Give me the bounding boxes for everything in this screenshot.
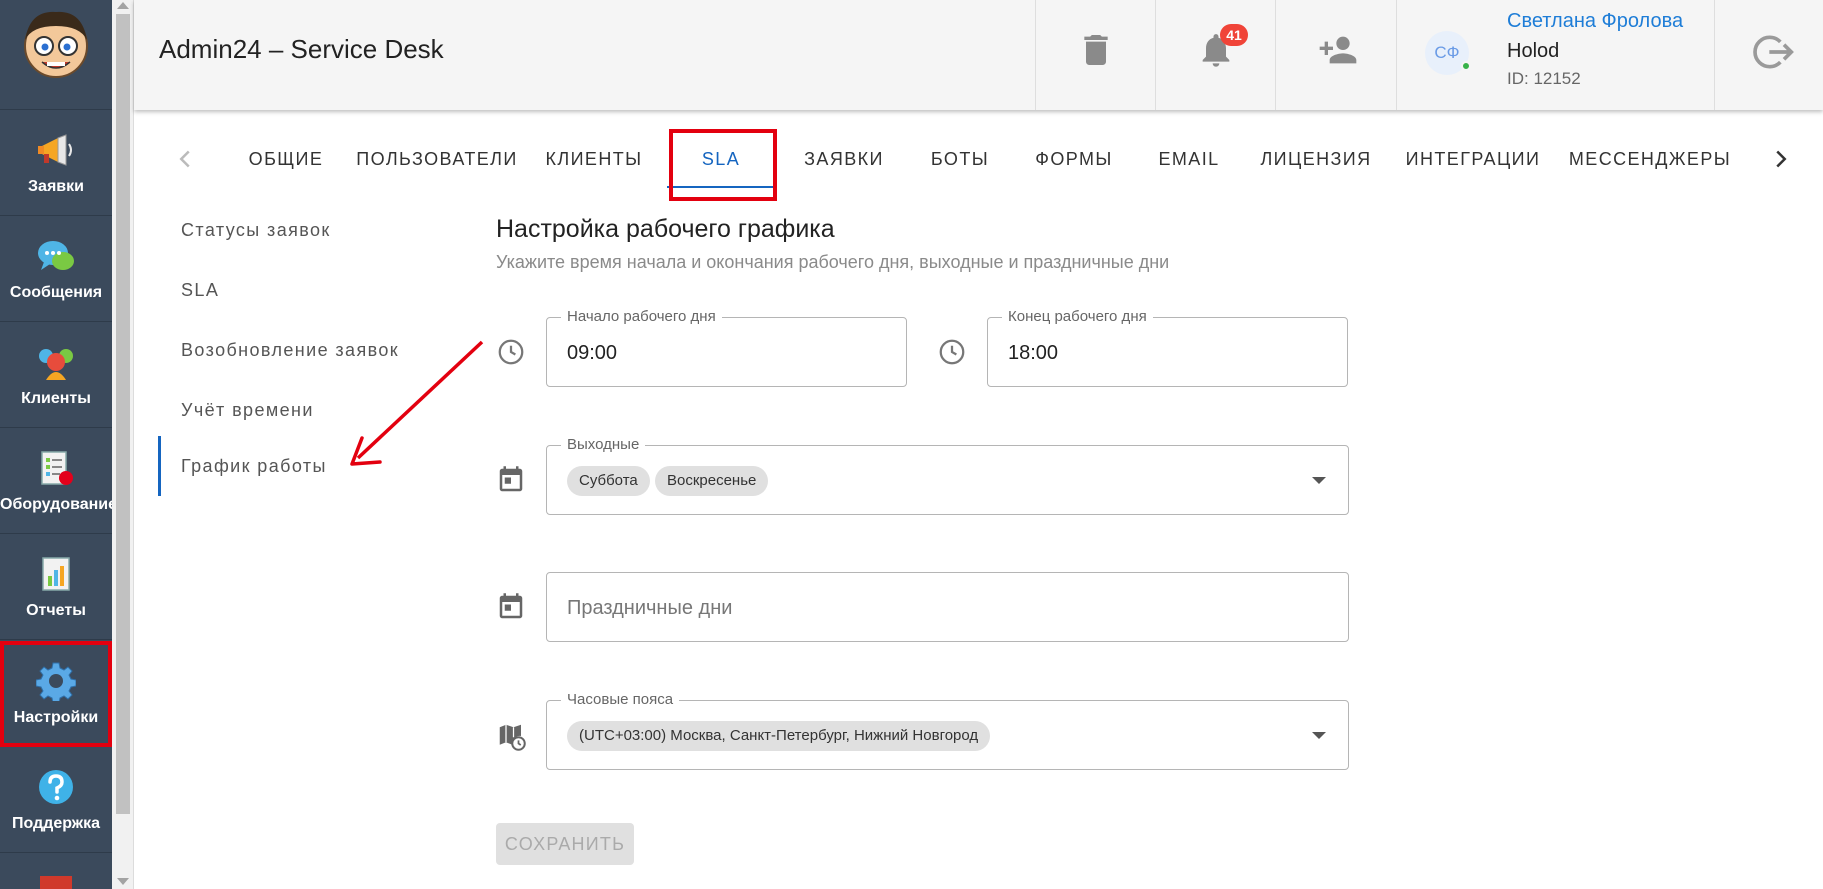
nav-label: Заявки bbox=[28, 178, 84, 195]
nav-item-partial[interactable] bbox=[40, 876, 72, 889]
users-icon bbox=[39, 349, 73, 380]
nav-label: Сообщения bbox=[9, 284, 103, 301]
logout-icon bbox=[1753, 35, 1794, 69]
user-name-link[interactable]: Светлана Фролова bbox=[1507, 10, 1683, 33]
nav-item-equipment[interactable]: Оборудование bbox=[0, 428, 112, 534]
tabs-next-arrow-icon[interactable] bbox=[1766, 144, 1796, 174]
scroll-thumb[interactable] bbox=[116, 14, 130, 814]
subnav-item-work-schedule[interactable]: График работы bbox=[158, 436, 458, 496]
weekend-chip-saturday[interactable]: Суббота bbox=[567, 466, 650, 496]
timezone-label: Часовые пояса bbox=[561, 691, 680, 709]
logout-button[interactable] bbox=[1714, 0, 1823, 110]
nav-item-messages[interactable]: Сообщения bbox=[0, 216, 112, 322]
clock-icon bbox=[498, 339, 524, 365]
tab-license[interactable]: Лицензия bbox=[1244, 130, 1388, 188]
calendar-icon bbox=[499, 466, 523, 492]
weekends-label: Выходные bbox=[561, 436, 646, 454]
subnav-item-sla[interactable]: SLA bbox=[158, 260, 458, 320]
start-time-input[interactable] bbox=[567, 342, 867, 365]
subnav-item-statuses[interactable]: Статусы заявок bbox=[158, 200, 458, 260]
holidays-placeholder: Праздничные дни bbox=[567, 597, 733, 619]
tab-email[interactable]: Email bbox=[1134, 130, 1244, 188]
tab-requests[interactable]: Заявки bbox=[782, 130, 906, 188]
online-status-dot bbox=[1461, 61, 1471, 71]
nav-label: Настройки bbox=[13, 709, 99, 726]
user-profile[interactable]: СФ Светлана Фролова Holod ID: 12152 bbox=[1396, 0, 1714, 110]
calendar-icon bbox=[499, 593, 523, 619]
end-time-field[interactable]: Конец рабочего дня bbox=[987, 308, 1348, 387]
dropdown-arrow-icon[interactable] bbox=[1312, 732, 1326, 739]
app-title: Admin24 – Service Desk bbox=[159, 34, 444, 64]
end-time-label: Конец рабочего дня bbox=[1002, 308, 1153, 326]
active-tab-indicator bbox=[667, 186, 775, 188]
tab-integrations[interactable]: Интеграции bbox=[1388, 130, 1558, 188]
timezone-select[interactable]: Часовые пояса (UTC+03:00) Москва, Санкт-… bbox=[546, 691, 1349, 770]
start-time-label: Начало рабочего дня bbox=[561, 308, 722, 326]
tab-clients[interactable]: Клиенты bbox=[528, 130, 660, 188]
form-subtitle: Укажите время начала и окончания рабочег… bbox=[496, 252, 1170, 272]
dropdown-arrow-icon[interactable] bbox=[1312, 477, 1326, 484]
app-root: Заявки Сообщения Клиенты Оборудование От… bbox=[0, 0, 1823, 889]
save-button[interactable]: Сохранить bbox=[496, 823, 634, 865]
clock-icon bbox=[939, 339, 965, 365]
help-icon bbox=[39, 770, 73, 804]
nav-label: Отчеты bbox=[26, 602, 86, 619]
user-id: ID: 12152 bbox=[1507, 69, 1581, 88]
tab-bots[interactable]: Боты bbox=[906, 130, 1014, 188]
trash-icon bbox=[1084, 35, 1108, 65]
gear-icon bbox=[36, 662, 76, 701]
report-chart-icon bbox=[42, 557, 70, 591]
trash-button[interactable] bbox=[1035, 0, 1155, 110]
end-time-input[interactable] bbox=[1008, 342, 1308, 365]
add-user-button[interactable] bbox=[1275, 0, 1395, 110]
mascot-logo-icon bbox=[24, 11, 88, 78]
weekends-select[interactable]: Выходные Суббота Воскресенье bbox=[546, 436, 1349, 515]
tab-sla[interactable]: SLA bbox=[660, 130, 782, 188]
start-time-field[interactable]: Начало рабочего дня bbox=[546, 308, 907, 387]
notification-count-badge: 41 bbox=[1220, 24, 1248, 46]
tab-forms[interactable]: Формы bbox=[1014, 130, 1134, 188]
nav-scrollbar[interactable] bbox=[112, 0, 134, 889]
settings-tabs: Общие Пользователи Клиенты SLA Заявки Бо… bbox=[134, 130, 1823, 190]
weekend-chip-sunday[interactable]: Воскресенье bbox=[655, 466, 769, 496]
left-nav: Заявки Сообщения Клиенты Оборудование От… bbox=[0, 0, 112, 889]
megaphone-icon bbox=[38, 134, 72, 166]
holidays-field[interactable]: Праздничные дни bbox=[546, 572, 1349, 642]
equipment-list-icon bbox=[41, 451, 73, 485]
nav-item-settings[interactable]: Настройки bbox=[0, 641, 112, 747]
top-header: Admin24 – Service Desk 41 СФ Светлана Фр… bbox=[134, 0, 1823, 110]
chat-bubbles-icon bbox=[38, 241, 74, 270]
nav-label: Поддержка bbox=[11, 815, 101, 832]
add-person-icon bbox=[1319, 36, 1357, 64]
tab-messengers[interactable]: Мессенджеры bbox=[1558, 130, 1742, 188]
scroll-up-arrow[interactable] bbox=[117, 2, 129, 9]
sla-subnav: Статусы заявок SLA Возобновление заявок … bbox=[158, 200, 458, 500]
tab-general[interactable]: Общие bbox=[226, 130, 346, 188]
nav-label: Клиенты bbox=[21, 390, 91, 407]
notifications-button[interactable]: 41 bbox=[1155, 0, 1275, 110]
map-clock-icon bbox=[499, 724, 526, 751]
nav-label: Оборудование bbox=[0, 496, 112, 513]
timezone-chip[interactable]: (UTC+03:00) Москва, Санкт-Петербург, Ниж… bbox=[567, 721, 991, 751]
tabs-prev-arrow-icon[interactable] bbox=[170, 144, 200, 174]
nav-item-support[interactable]: Поддержка bbox=[0, 747, 112, 853]
nav-item-requests[interactable]: Заявки bbox=[0, 110, 112, 216]
tab-users[interactable]: Пользователи bbox=[346, 130, 528, 188]
form-title: Настройка рабочего графика bbox=[496, 215, 835, 243]
scroll-down-arrow[interactable] bbox=[117, 878, 129, 885]
user-company: Holod bbox=[1507, 40, 1560, 62]
subnav-item-reopening[interactable]: Возобновление заявок bbox=[158, 320, 458, 380]
nav-item-reports[interactable]: Отчеты bbox=[0, 534, 112, 640]
logo[interactable] bbox=[0, 0, 112, 110]
subnav-item-time-tracking[interactable]: Учёт времени bbox=[158, 380, 458, 440]
nav-item-clients[interactable]: Клиенты bbox=[0, 322, 112, 428]
